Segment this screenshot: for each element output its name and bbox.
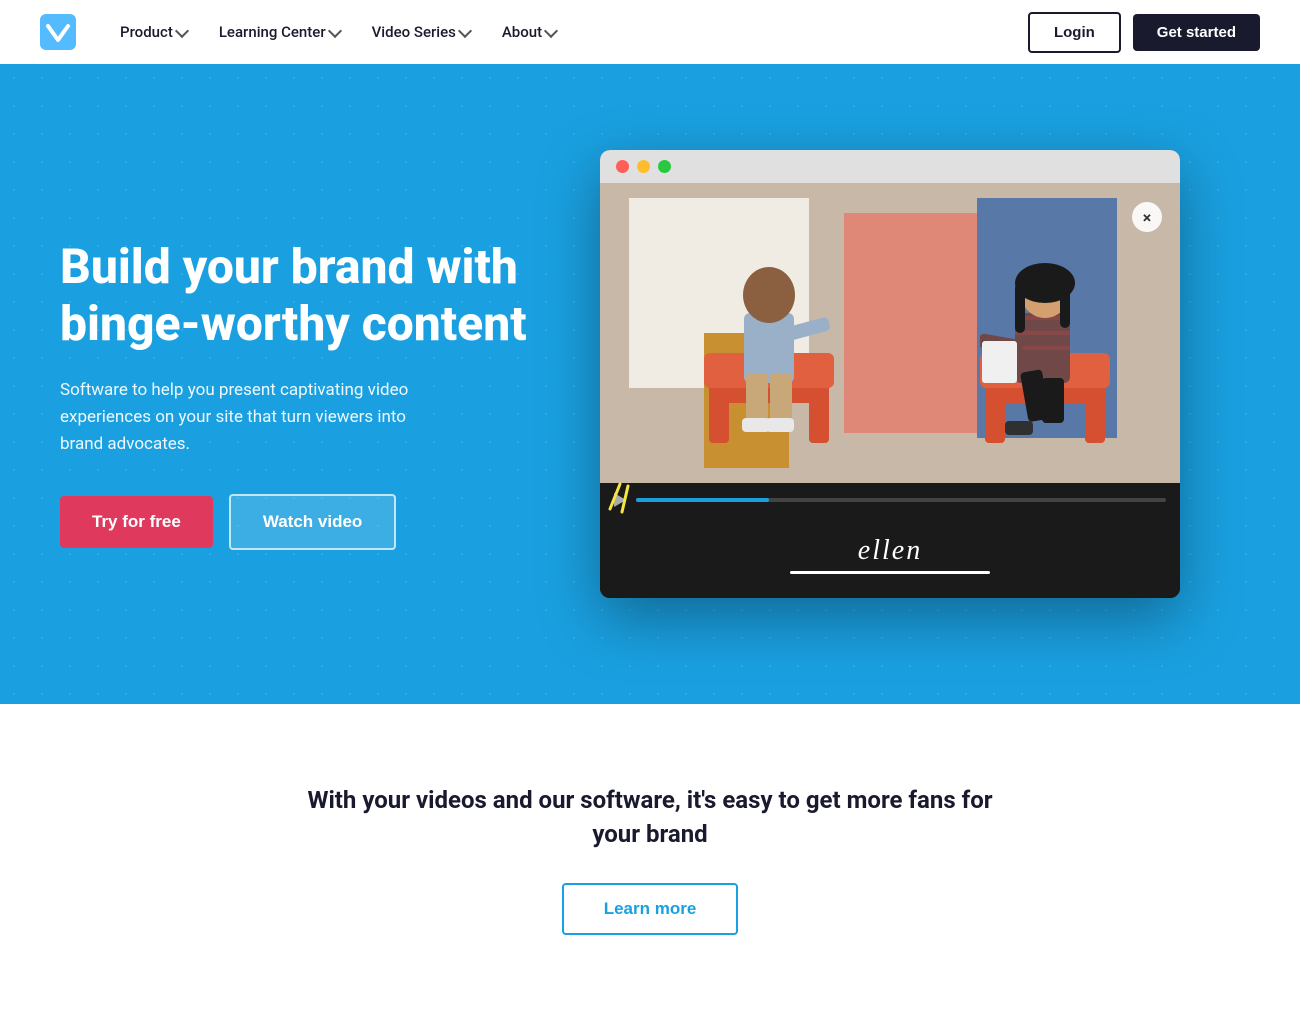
nav-actions: Login Get started: [1028, 12, 1260, 53]
watch-video-button[interactable]: Watch video: [229, 494, 397, 550]
get-started-button[interactable]: Get started: [1133, 14, 1260, 51]
close-button[interactable]: ×: [1132, 202, 1162, 232]
chevron-down-icon: [328, 23, 342, 37]
chevron-down-icon: [458, 23, 472, 37]
bottom-title: With your videos and our software, it's …: [300, 784, 1000, 851]
browser-content: ellen: [600, 183, 1180, 598]
hero-content: Build your brand with binge-worthy conte…: [60, 198, 540, 551]
play-icon[interactable]: [614, 493, 626, 507]
login-button[interactable]: Login: [1028, 12, 1121, 53]
nav-item-learning-center[interactable]: Learning Center: [205, 15, 354, 49]
video-controls[interactable]: [600, 483, 1180, 517]
bottom-section: With your videos and our software, it's …: [0, 704, 1300, 1015]
hero-section: Build your brand with binge-worthy conte…: [0, 64, 1300, 704]
progress-bar[interactable]: [636, 498, 1166, 502]
hero-visual: ×: [540, 150, 1240, 598]
show-branding: ellen: [600, 517, 1180, 598]
video-thumbnail[interactable]: [600, 183, 1180, 483]
chevron-down-icon: [544, 23, 558, 37]
browser-mockup: ×: [600, 150, 1180, 598]
chevron-down-icon: [175, 23, 189, 37]
hero-buttons: Try for free Watch video: [60, 494, 540, 550]
nav-links: Product Learning Center Video Series Abo…: [106, 15, 1028, 49]
show-logo: ellen: [624, 535, 1156, 567]
browser-dot-yellow: [637, 160, 650, 173]
nav-item-about[interactable]: About: [488, 15, 570, 49]
nav-item-product[interactable]: Product: [106, 15, 201, 49]
progress-fill: [636, 498, 769, 502]
learn-more-button[interactable]: Learn more: [562, 883, 739, 935]
hero-title: Build your brand with binge-worthy conte…: [60, 238, 540, 353]
browser-dot-green: [658, 160, 671, 173]
try-for-free-button[interactable]: Try for free: [60, 496, 213, 548]
browser-dot-red: [616, 160, 629, 173]
logo[interactable]: [40, 14, 76, 50]
navbar: Product Learning Center Video Series Abo…: [0, 0, 1300, 64]
browser-bar: [600, 150, 1180, 183]
nav-item-video-series[interactable]: Video Series: [358, 15, 484, 49]
hero-subtitle: Software to help you present captivating…: [60, 377, 440, 459]
show-underline: [790, 571, 990, 574]
